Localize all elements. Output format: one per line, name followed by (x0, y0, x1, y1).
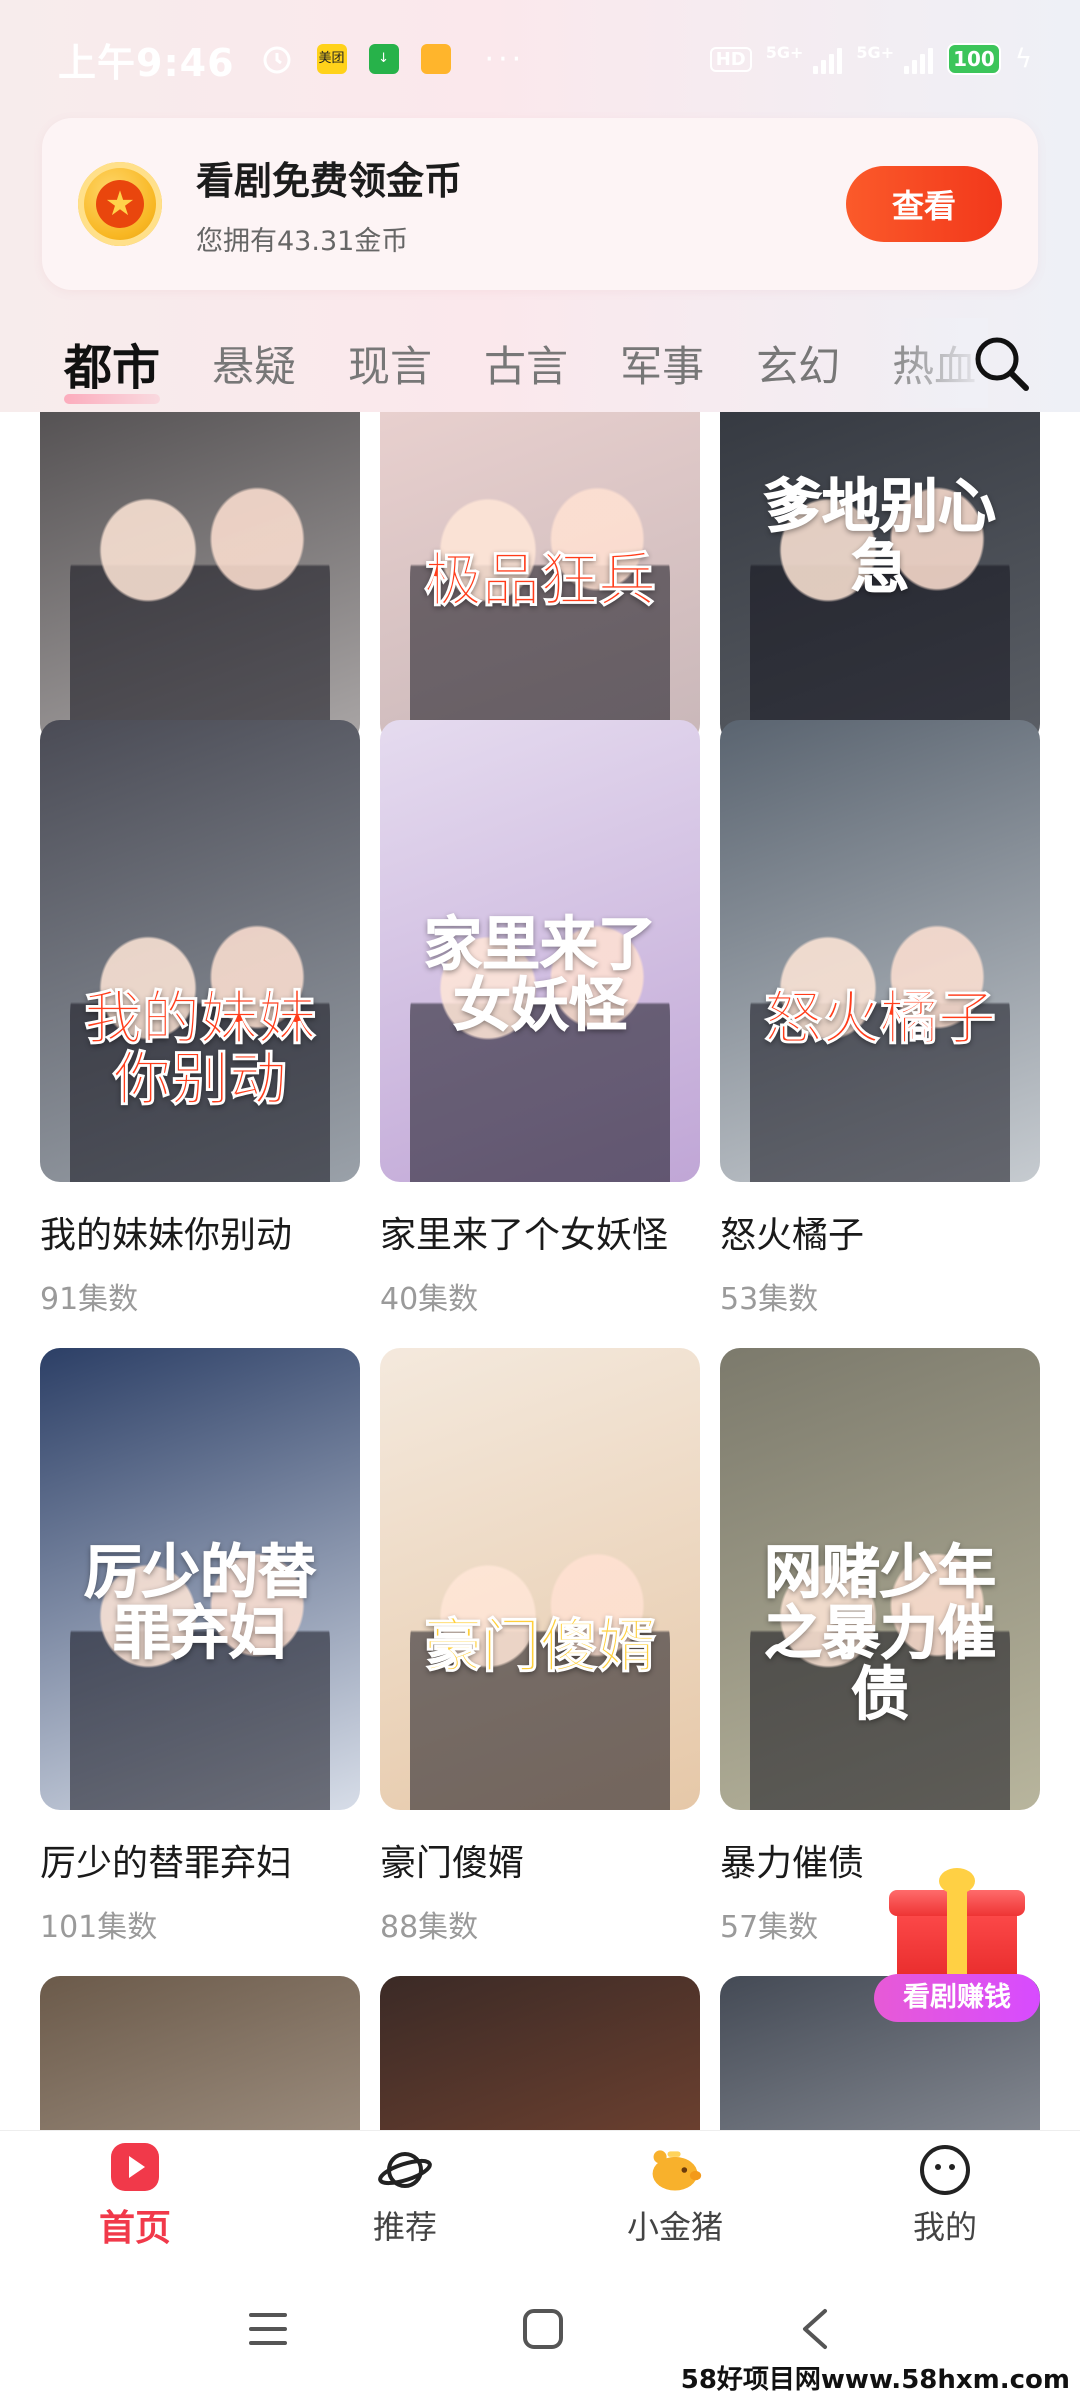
message-icon (420, 44, 451, 74)
coin-reward-banner[interactable]: ★ 看剧免费领金币 您拥有43.31金币 查看 (42, 118, 1038, 290)
drama-episode-count: 101集数 (40, 1910, 158, 1945)
coin-banner-title: 看剧免费领金币 (196, 159, 463, 203)
tab-xuanhuan[interactable]: 玄幻 (756, 333, 840, 394)
drama-poster[interactable]: 厉少的替罪弃妇 (40, 1348, 360, 1810)
view-coins-button[interactable]: 查看 (846, 166, 1002, 242)
poster-title-text: 豪门傻婿 (423, 1611, 656, 1680)
drama-card[interactable]: 豪门傻婿 豪门傻婿 88集数 (380, 1348, 700, 1946)
nav-recommend-label: 推荐 (372, 2207, 437, 2246)
poster-title-text: 网赌少年之暴力催债 (763, 1538, 996, 1728)
nav-profile-label: 我的 (912, 2207, 977, 2246)
watch-earn-badge[interactable]: 看剧赚钱 (874, 1868, 1040, 2022)
drama-episode-count: 88集数 (380, 1910, 479, 1945)
poster-title-text: 爹地别心急 (763, 472, 996, 601)
drama-card[interactable]: 怒火橘子 怒火橘子 53集数 (720, 720, 1040, 1318)
charging-icon: ϟ (1014, 44, 1032, 74)
poster-title-text: 怒火橘子 (763, 983, 996, 1052)
play-icon (107, 2139, 163, 2195)
search-icon[interactable] (970, 332, 1032, 394)
alarm-icon (263, 46, 291, 74)
drama-card[interactable] (380, 1976, 700, 2130)
piggy-bank-icon (647, 2142, 703, 2198)
watermark: 58好项目网www.58hxm.com (680, 2359, 1070, 2396)
drama-poster[interactable] (40, 412, 360, 744)
drama-card[interactable]: 网赌少年之暴力催债 暴力催债 57集数 (720, 1348, 1040, 1946)
nav-profile[interactable]: 我的 (810, 2131, 1080, 2258)
more-notifications-icon: ··· (484, 41, 526, 77)
gift-box-icon (889, 1868, 1025, 1984)
drama-poster[interactable]: 豪门傻婿 (380, 1348, 700, 1810)
coin-balance: 您拥有43.31金币 (196, 226, 409, 257)
drama-poster[interactable]: 家里来了女妖怪 (380, 720, 700, 1182)
network-type-2: 5G+ (856, 43, 895, 62)
smiley-icon (917, 2142, 973, 2198)
drama-card[interactable] (40, 1976, 360, 2130)
tab-junshi[interactable]: 军事 (620, 333, 704, 394)
drama-card[interactable]: 我的妹妹你别动 我的妹妹你别动 91集数 (40, 720, 360, 1318)
category-tabs: 都市 悬疑 现言 古言 军事 玄幻 热血 (0, 318, 1080, 408)
nav-recommend[interactable]: 推荐 (270, 2131, 540, 2258)
drama-title: 暴力催债 (720, 1843, 865, 1884)
tab-dushi[interactable]: 都市 (64, 328, 161, 404)
drama-poster[interactable]: 网赌少年之暴力催债 (720, 1348, 1040, 1810)
gold-coin-icon: ★ (78, 162, 162, 246)
tab-xuanyi[interactable]: 悬疑 (212, 333, 296, 394)
drama-title: 豪门傻婿 (380, 1843, 525, 1884)
poster-title-text: 家里来了女妖怪 (423, 910, 656, 1039)
watch-earn-label: 看剧赚钱 (874, 1974, 1040, 2022)
drama-episode-count: 91集数 (40, 1282, 139, 1317)
poster-title-text: 厉少的替罪弃妇 (83, 1538, 316, 1667)
drama-poster[interactable]: 我的妹妹你别动 (40, 720, 360, 1182)
poster-figures (70, 466, 330, 744)
drama-episode-count: 53集数 (720, 1282, 819, 1317)
download-icon: ↓ (368, 44, 399, 74)
back-icon[interactable] (795, 2307, 835, 2351)
drama-grid: 龙医狂飙92集数极品狂兵女总裁的极品狂兵91集数爹地别心急天才萌宝：爹地...9… (0, 412, 1080, 2130)
nav-piggy-label: 小金猪 (626, 2207, 723, 2246)
bottom-navigation: 首页 推荐 小金猪 我的 (0, 2130, 1080, 2258)
planet-icon (377, 2142, 433, 2198)
drama-title: 厉少的替罪弃妇 (40, 1843, 293, 1884)
nav-home[interactable]: 首页 (0, 2131, 270, 2258)
tab-xianyan[interactable]: 现言 (348, 333, 432, 394)
nav-home-label: 首页 (98, 2207, 171, 2249)
drama-poster[interactable]: 极品狂兵 (380, 412, 700, 744)
menu-icon[interactable] (245, 2309, 291, 2349)
battery-icon: 100 (947, 43, 1001, 75)
drama-title: 我的妹妹你别动 (40, 1215, 293, 1256)
poster-title-text: 极品狂兵 (423, 545, 656, 614)
hd-voice-icon: HD (709, 46, 752, 72)
drama-title: 怒火橘子 (720, 1215, 865, 1256)
drama-poster[interactable]: 爹地别心急 (720, 412, 1040, 744)
drama-poster[interactable] (380, 1976, 700, 2130)
meituan-app-icon: 美团 (316, 44, 347, 74)
drama-poster[interactable]: 怒火橘子 (720, 720, 1040, 1182)
network-type-1: 5G+ (765, 43, 804, 62)
status-time: 上午9:46 (58, 40, 235, 85)
drama-episode-count: 40集数 (380, 1282, 479, 1317)
drama-poster[interactable] (40, 1976, 360, 2130)
drama-title: 家里来了个女妖怪 (380, 1215, 669, 1256)
signal-icon-2 (904, 44, 934, 74)
home-square-icon[interactable] (521, 2307, 565, 2351)
nav-piggy[interactable]: 小金猪 (540, 2131, 810, 2258)
signal-icon-1 (813, 44, 843, 74)
drama-card[interactable]: 家里来了女妖怪家里来了个女妖怪 40集数 (380, 720, 700, 1318)
drama-card[interactable]: 厉少的替罪弃妇 厉少的替罪弃妇 101集数 (40, 1348, 360, 1946)
status-bar: 上午9:46 美团 ↓ ··· HD 5G+ 5G+ 100 ϟ (0, 0, 1080, 118)
tab-guyan[interactable]: 古言 (484, 333, 568, 394)
poster-title-text: 我的妹妹你别动 (83, 983, 316, 1113)
